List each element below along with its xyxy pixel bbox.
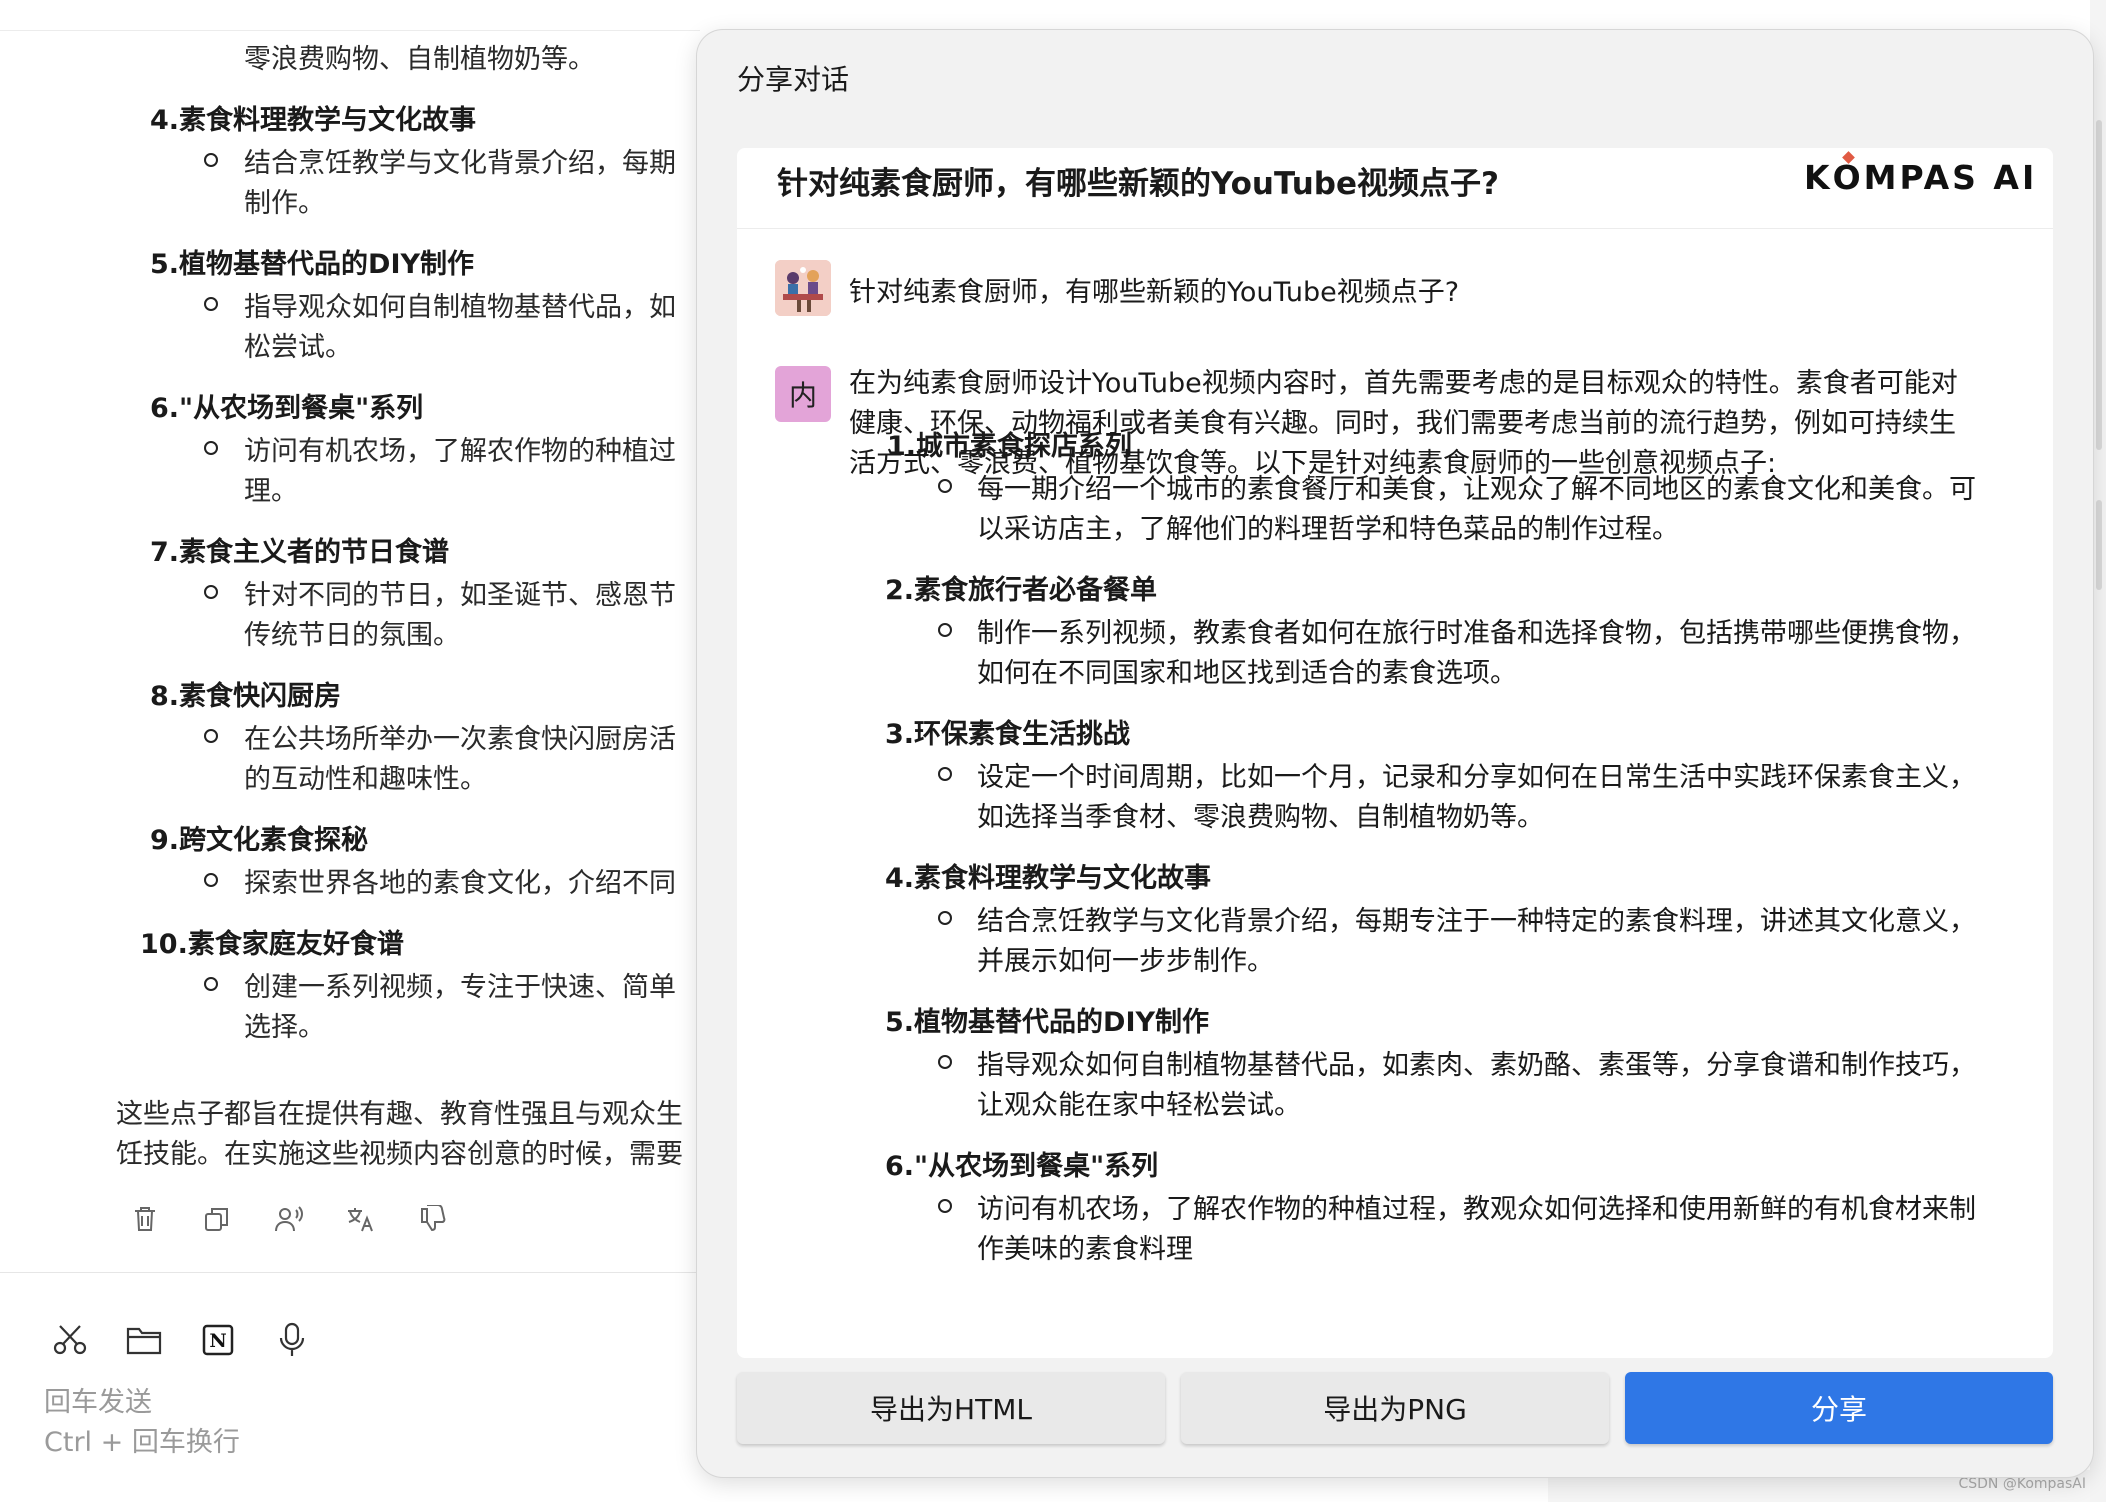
bullet (938, 1199, 952, 1213)
dialog-title: 分享对话 (737, 63, 850, 96)
bg-item-heading: 9.跨文化素食探秘 (150, 825, 369, 856)
input-divider (0, 1272, 700, 1273)
scrollbar-thumb[interactable] (2096, 500, 2102, 590)
ai-item-heading: 3.环保素食生活挑战 (885, 719, 1131, 750)
background-message-list: 零浪费购物、自制植物奶等。 4.素食料理教学与文化故事 结合烹饪教学与文化背景介… (0, 0, 700, 1270)
ai-item-body: 访问有机农场，了解农作物的种植过程，教观众如何选择和使用新鲜的有机食材来制 作美… (977, 1194, 1976, 1265)
folder-icon[interactable] (124, 1320, 164, 1360)
ai-item-body: 制作一系列视频，教素食者如何在旅行时准备和选择食物，包括携带哪些便携食物， 如何… (977, 618, 1976, 689)
notion-icon[interactable]: N (198, 1320, 238, 1360)
share-preview-card: 针对纯素食厨师，有哪些新颖的YouTube视频点子? KOMPAS AI 针对纯… (737, 148, 2053, 1358)
ai-item-body: 指导观众如何自制植物基替代品，如素肉、素奶酪、素蛋等，分享食谱和制作技巧， 让观… (977, 1050, 1976, 1121)
ai-item-body: 每一期介绍一个城市的素食餐厅和美食，让观众了解不同地区的素食文化和美食。可 以采… (977, 474, 1976, 545)
copy-icon[interactable] (198, 1200, 236, 1238)
bg-summary-text: 这些点子都旨在提供有趣、教育性强且与观众生 饪技能。在实施这些视频内容创意的时候… (116, 1099, 683, 1170)
export-png-button[interactable]: 导出为PNG (1181, 1372, 1609, 1444)
bg-item-heading: 10.素食家庭友好食谱 (140, 929, 404, 960)
bullet (204, 977, 218, 991)
bullet (204, 441, 218, 455)
bg-item-body: 结合烹饪教学与文化背景介绍，每期 制作。 (244, 148, 676, 219)
translate-icon[interactable] (342, 1200, 380, 1238)
bullet (938, 911, 952, 925)
ai-item-heading: 6."从农场到餐桌"系列 (885, 1151, 1159, 1182)
scrollbar[interactable] (2096, 120, 2102, 450)
thumbs-down-icon[interactable] (414, 1200, 452, 1238)
bg-item-body: 针对不同的节日，如圣诞节、感恩节 传统节日的氛围。 (244, 580, 676, 651)
ai-item-heading: 2.素食旅行者必备餐单 (885, 575, 1158, 606)
read-aloud-icon[interactable] (270, 1200, 308, 1238)
bg-item-heading: 8.素食快闪厨房 (150, 681, 342, 712)
bg-item-heading: 4.素食料理教学与文化故事 (150, 105, 477, 136)
bg-item-heading: 6."从农场到餐桌"系列 (150, 393, 424, 424)
bg-item-body: 访问有机农场，了解农作物的种植过 理。 (244, 436, 676, 507)
message-actions (126, 1200, 452, 1240)
bg-item-body: 创建一系列视频，专注于快速、简单 选择。 (244, 972, 676, 1043)
bullet (204, 153, 218, 167)
bullet (938, 623, 952, 637)
watermark: CSDN @KompasAI (1958, 1476, 2086, 1492)
bg-item-heading: 5.植物基替代品的DIY制作 (150, 249, 475, 280)
ai-answer-list: 1.城市素食探店系列 每一期介绍一个城市的素食餐厅和美食，让观众了解不同地区的素… (737, 148, 2053, 1358)
svg-text:N: N (209, 1330, 226, 1352)
bg-item-heading: 7.素食主义者的节日食谱 (150, 537, 450, 568)
bg-item-body: 探索世界各地的素食文化，介绍不同 (244, 868, 676, 899)
share-dialog: 分享对话 针对纯素食厨师，有哪些新颖的YouTube视频点子? KOMPAS A… (697, 30, 2093, 1477)
ai-item-body: 结合烹饪教学与文化背景介绍，每期专注于一种特定的素食料理，讲述其文化意义， 并展… (977, 906, 1976, 977)
ai-item-heading: 4.素食料理教学与文化故事 (885, 863, 1212, 894)
microphone-icon[interactable] (272, 1320, 312, 1360)
ai-item-heading: 5.植物基替代品的DIY制作 (885, 1007, 1210, 1038)
scissors-icon[interactable] (50, 1320, 90, 1360)
bg-item-body: 在公共场所举办一次素食快闪厨房活 的互动性和趣味性。 (244, 724, 676, 795)
bullet (938, 1055, 952, 1069)
bg-item-body: 指导观众如何自制植物基替代品，如 松尝试。 (244, 292, 676, 363)
bullet (938, 767, 952, 781)
input-toolbar: N (50, 1320, 312, 1360)
bullet (938, 479, 952, 493)
ai-item-heading: 1.城市素食探店系列 (887, 431, 1133, 462)
bullet (204, 585, 218, 599)
share-button[interactable]: 分享 (1625, 1372, 2053, 1444)
bullet (204, 297, 218, 311)
send-hint: 回车发送 (44, 1387, 152, 1418)
bullet (204, 873, 218, 887)
ai-item-body: 设定一个时间周期，比如一个月，记录和分享如何在日常生活中实践环保素食主义， 如选… (977, 762, 1976, 833)
newline-hint: Ctrl + 回车换行 (44, 1427, 240, 1458)
export-html-button[interactable]: 导出为HTML (737, 1372, 1165, 1444)
cut-off-text: 零浪费购物、自制植物奶等。 (244, 44, 595, 75)
bullet (204, 729, 218, 743)
trash-icon[interactable] (126, 1200, 164, 1238)
